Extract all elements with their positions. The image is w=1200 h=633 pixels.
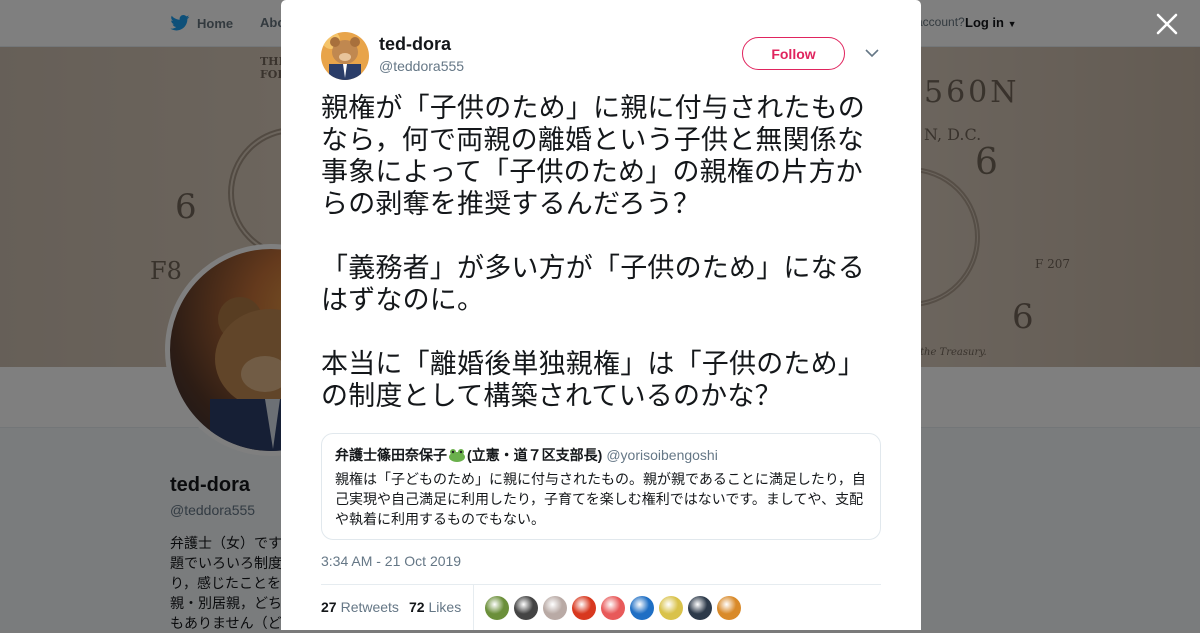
retweets-label: Retweets — [340, 599, 399, 615]
tweet-paragraph: 本当に「離婚後単独親権」は「子供のため」の制度として構築されているのかな？ — [321, 349, 865, 411]
frog-emoji-icon — [449, 449, 465, 462]
quoted-author-name-part: (立憲・道７区支部長) — [467, 447, 603, 463]
liker-avatar[interactable] — [572, 596, 596, 620]
liker-avatar[interactable] — [630, 596, 654, 620]
likes-stat[interactable]: 72 Likes — [409, 599, 461, 615]
quoted-tweet-header: 弁護士篠田奈保子 (立憲・道７区支部長) @yorisoibengoshi — [335, 446, 867, 464]
liker-avatar[interactable] — [717, 596, 741, 620]
quoted-author-name-part: 弁護士篠田奈保子 — [335, 447, 447, 463]
follow-button[interactable]: Follow — [742, 37, 845, 70]
author-handle[interactable]: @teddora555 — [379, 58, 464, 74]
quoted-author-handle[interactable]: @yorisoibengoshi — [606, 447, 718, 463]
quoted-tweet-text: 親権は「子どものため」に親に付与されたもの。親が親であることに満足したり，自己実… — [335, 471, 866, 527]
liker-avatar[interactable] — [601, 596, 625, 620]
tweet-text: 親権が「子供のため」に親に付与されたものなら，何で両親の離婚という子供と無関係な… — [321, 92, 886, 444]
tweet-modal: ted-dora @teddora555 Follow 親権が「子供のため」に親… — [281, 0, 921, 630]
close-icon[interactable] — [1155, 12, 1179, 36]
stats-vertical-divider — [473, 585, 474, 630]
retweets-stat[interactable]: 27 Retweets — [321, 599, 399, 615]
quoted-author-name[interactable]: 弁護士篠田奈保子 (立憲・道７区支部長) — [335, 447, 602, 463]
tweet-timestamp[interactable]: 3:34 AM - 21 Oct 2019 — [321, 553, 461, 569]
liker-avatar[interactable] — [659, 596, 683, 620]
tweet-paragraph: 親権が「子供のため」に親に付与されたものなら，何で両親の離婚という子供と無関係な… — [321, 93, 865, 219]
stats-divider — [321, 584, 881, 585]
liker-avatars — [485, 596, 741, 620]
author-avatar[interactable] — [321, 32, 369, 80]
chevron-down-icon[interactable] — [865, 48, 879, 58]
retweets-count: 27 — [321, 599, 337, 615]
likes-count: 72 — [408, 599, 425, 615]
teddy-bear-avatar-image — [321, 32, 369, 80]
tweet-stats: 27 Retweets 72 Likes — [321, 599, 461, 615]
liker-avatar[interactable] — [485, 596, 509, 620]
liker-avatar[interactable] — [543, 596, 567, 620]
tweet-paragraph: 「義務者」が多い方が「子供のため」になるはずなのに。 — [321, 253, 865, 315]
author-name[interactable]: ted-dora — [379, 34, 451, 55]
likes-label: Likes — [428, 599, 462, 615]
quoted-tweet[interactable]: 弁護士篠田奈保子 (立憲・道７区支部長) @yorisoibengoshi 親権は「… — [321, 433, 881, 540]
liker-avatar[interactable] — [688, 596, 712, 620]
liker-avatar[interactable] — [514, 596, 538, 620]
